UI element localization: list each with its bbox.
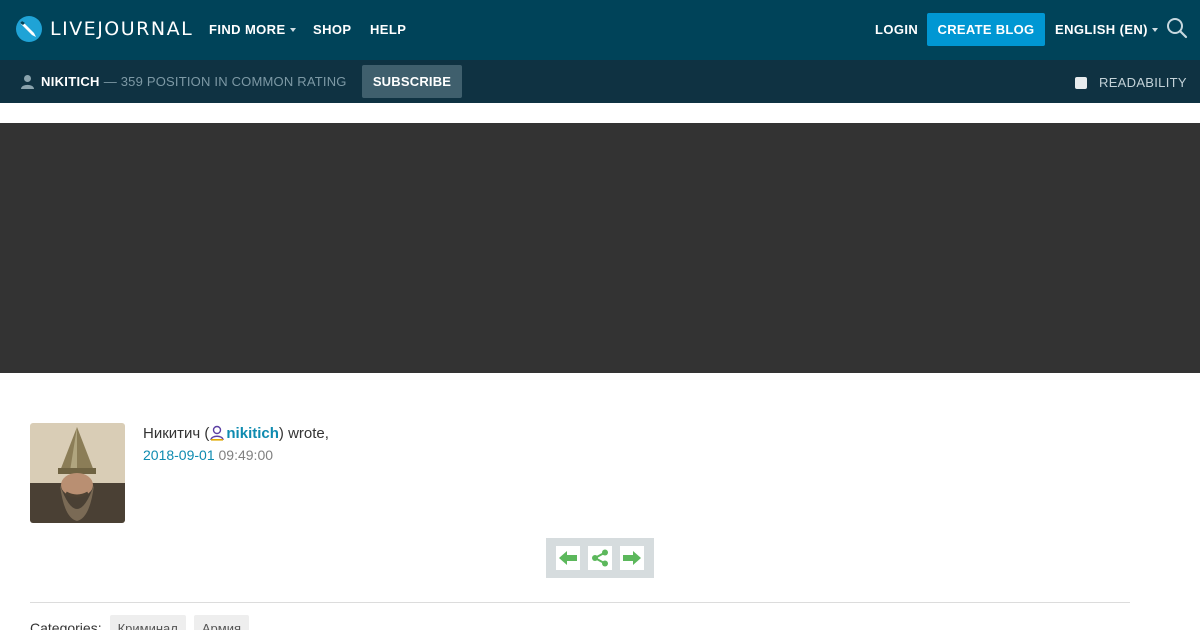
share-icon: [592, 549, 608, 567]
post-date-link[interactable]: 2018-09-01: [143, 447, 215, 463]
category-tag[interactable]: Криминал: [109, 615, 186, 630]
post-time: 09:49:00: [218, 447, 274, 463]
wrote-text: ) wrote,: [278, 425, 329, 442]
readability-checkbox[interactable]: [1075, 76, 1087, 89]
post-byline: Никитич ( nikitich) wrote,: [143, 425, 329, 442]
header-banner: [0, 123, 1200, 373]
nav-find-more-label: FIND MORE: [209, 22, 286, 37]
author-avatar[interactable]: [30, 423, 125, 523]
post-controls: [546, 538, 654, 578]
login-link[interactable]: LOGIN: [875, 22, 918, 37]
author-name: Никитич (: [143, 425, 210, 442]
avatar-image: [30, 423, 125, 523]
share-button[interactable]: [588, 546, 612, 570]
category-tag[interactable]: Армия: [193, 615, 249, 630]
language-selector[interactable]: ENGLISH (EN): [1055, 22, 1158, 37]
livejournal-logo-icon: [16, 16, 42, 42]
next-entry-button[interactable]: [620, 546, 644, 570]
prev-entry-button[interactable]: [556, 546, 580, 570]
readability-label: READABILITY: [1099, 75, 1187, 90]
livejournal-logo[interactable]: LIVEJOURNAL: [15, 14, 193, 44]
nav-help[interactable]: HELP: [370, 22, 406, 37]
prev-arrow-icon: [559, 551, 577, 565]
subscribe-button[interactable]: SUBSCRIBE: [362, 65, 462, 98]
language-label: ENGLISH (EN): [1055, 22, 1148, 37]
post-categories: Categories: Криминал Армия: [30, 615, 257, 630]
next-arrow-icon: [623, 551, 641, 565]
section-divider: [30, 602, 1130, 603]
chevron-down-icon: [289, 27, 296, 32]
chevron-down-icon: [1151, 27, 1158, 32]
rating-text: — 359 POSITION IN COMMON RATING: [103, 74, 347, 89]
create-blog-button[interactable]: CREATE BLOG: [927, 13, 1045, 46]
journal-owner[interactable]: NIKITICH — 359 POSITION IN COMMON RATING: [20, 74, 347, 89]
categories-label: Categories:: [30, 620, 102, 630]
user-icon: [21, 75, 34, 89]
post-datetime: 2018-09-01 09:49:00: [143, 447, 273, 463]
logo-text: LIVEJOURNAL: [50, 18, 194, 40]
nav-find-more[interactable]: FIND MORE: [209, 22, 296, 37]
user-icon: [210, 425, 225, 441]
top-header: LIVEJOURNAL FIND MORE SHOP HELP LOGIN CR…: [0, 0, 1200, 60]
readability-toggle[interactable]: READABILITY: [1075, 75, 1187, 90]
search-icon[interactable]: [1166, 17, 1188, 39]
journal-username[interactable]: NIKITICH: [41, 74, 100, 89]
author-login-link[interactable]: nikitich: [226, 425, 279, 442]
nav-shop[interactable]: SHOP: [313, 22, 351, 37]
journal-subheader: NIKITICH — 359 POSITION IN COMMON RATING…: [0, 60, 1200, 103]
